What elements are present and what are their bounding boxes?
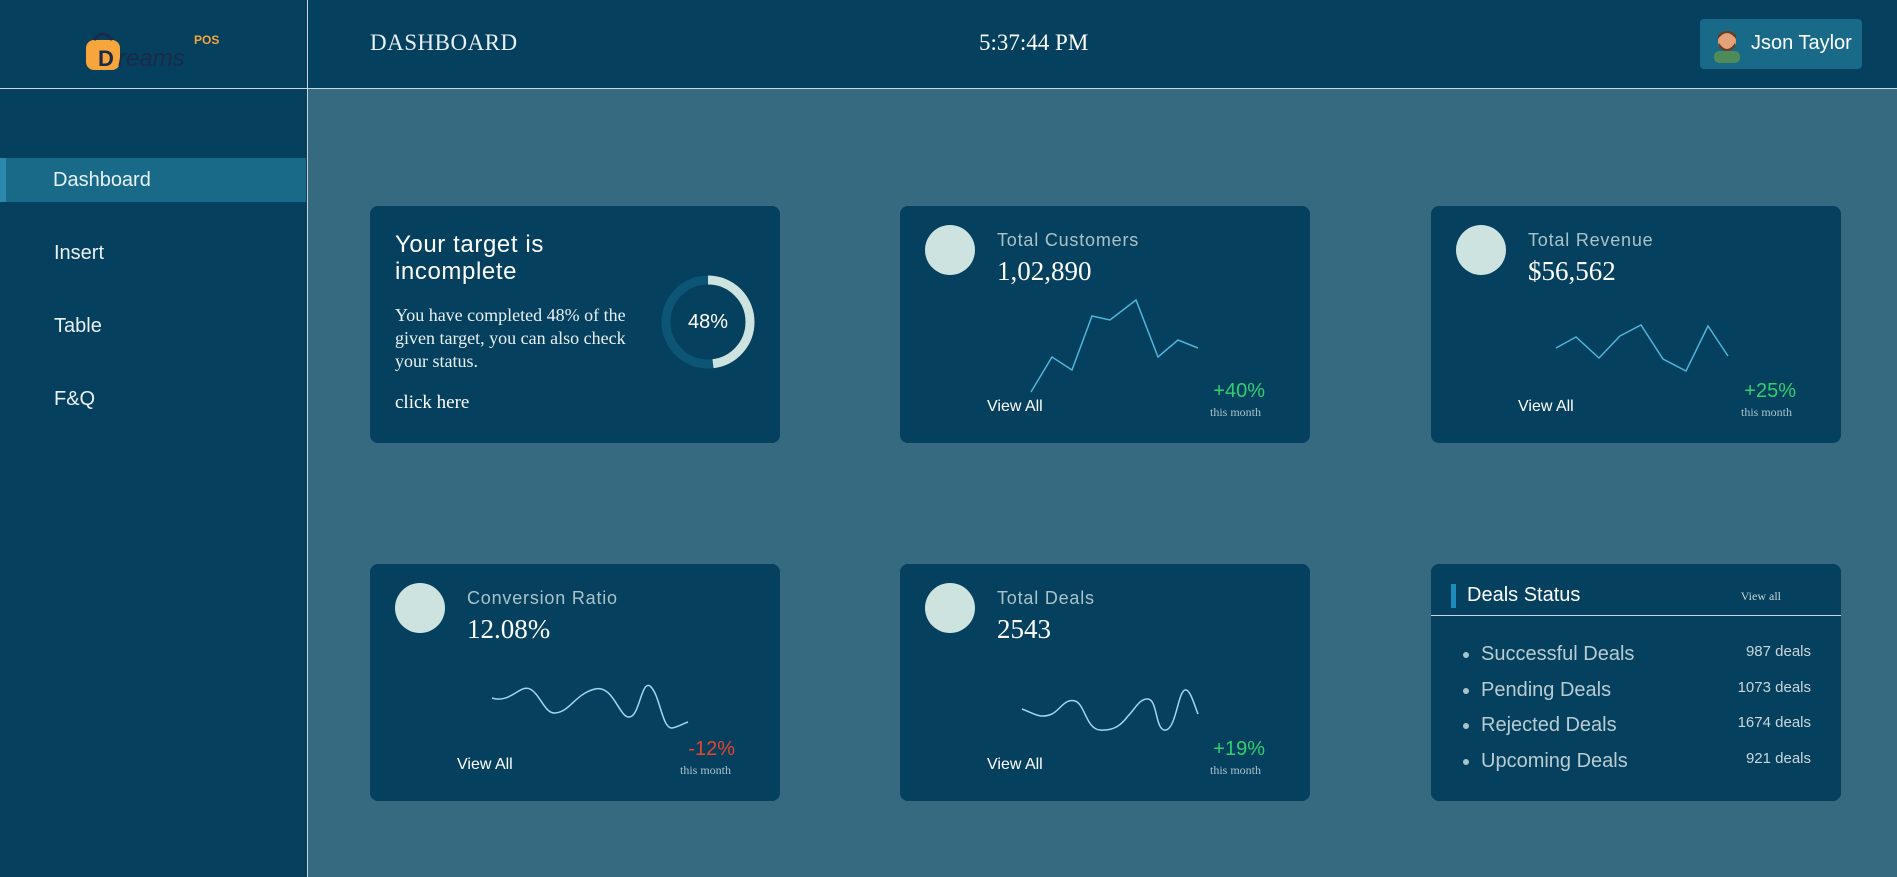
bullet-icon bbox=[1463, 688, 1469, 694]
deals-status-header: Deals Status View all bbox=[1431, 564, 1841, 616]
header-bar: DASHBOARD 5:37:44 PM Json Taylor bbox=[308, 0, 1897, 89]
deal-count: 1674 deals bbox=[1737, 714, 1811, 731]
svg-text:D: D bbox=[98, 46, 114, 71]
logo-area: D reams POS bbox=[0, 0, 307, 89]
deal-name: Rejected Deals bbox=[1481, 714, 1617, 736]
target-progress-label: 48% bbox=[687, 311, 729, 333]
view-all-link[interactable]: View All bbox=[987, 398, 1043, 416]
deal-name: Pending Deals bbox=[1481, 679, 1612, 701]
change-indicator: +19% bbox=[1213, 738, 1265, 760]
deal-name: Successful Deals bbox=[1481, 643, 1635, 665]
deal-count: 987 deals bbox=[1745, 643, 1811, 660]
header-accent-bar bbox=[1451, 584, 1456, 608]
target-title: Your target is incomplete bbox=[395, 231, 544, 285]
click-here-link[interactable]: click here bbox=[395, 392, 469, 414]
deals-status-title: Deals Status bbox=[1467, 584, 1581, 606]
deal-count: 1073 deals bbox=[1737, 679, 1811, 696]
deal-count: 921 deals bbox=[1745, 750, 1811, 767]
user-menu-button[interactable]: Json Taylor bbox=[1700, 19, 1862, 69]
list-item: Successful Deals 987 deals bbox=[1461, 641, 1811, 671]
bullet-icon bbox=[1463, 759, 1469, 765]
change-indicator: +40% bbox=[1213, 380, 1265, 402]
period-label: this month bbox=[1209, 405, 1261, 419]
total-deals-card: Total Deals 2543 View All +19% this mont… bbox=[900, 564, 1310, 801]
sidebar: D reams POS Dashboard Insert Table F&Q bbox=[0, 0, 308, 877]
bullet-icon bbox=[1463, 652, 1469, 658]
deals-status-card: Deals Status View all Successful Deals 9… bbox=[1431, 564, 1841, 801]
list-item: Rejected Deals 1674 deals bbox=[1461, 712, 1811, 742]
view-all-link[interactable]: View All bbox=[457, 756, 513, 774]
avatar bbox=[1714, 31, 1740, 63]
view-all-link[interactable]: View All bbox=[1518, 398, 1574, 416]
deals-view-all-link[interactable]: View all bbox=[1741, 589, 1781, 604]
svg-text:reams: reams bbox=[118, 45, 185, 72]
sidebar-item-dashboard[interactable]: Dashboard bbox=[0, 158, 306, 202]
total-revenue-card: Total Revenue $56,562 View All +25% this… bbox=[1431, 206, 1841, 443]
sidebar-item-insert[interactable]: Insert bbox=[0, 231, 306, 275]
deal-name: Upcoming Deals bbox=[1481, 750, 1628, 772]
sidebar-item-table[interactable]: Table bbox=[0, 304, 306, 348]
target-description: You have completed 48% of the given targ… bbox=[395, 305, 626, 371]
dreams-pos-logo: D reams POS bbox=[86, 32, 219, 72]
period-label: this month bbox=[1209, 763, 1261, 777]
sidebar-item-faq[interactable]: F&Q bbox=[0, 377, 306, 421]
conversion-ratio-card: Conversion Ratio 12.08% View All -12% th… bbox=[370, 564, 780, 801]
svg-text:POS: POS bbox=[194, 33, 219, 47]
user-name: Json Taylor bbox=[1751, 32, 1852, 54]
list-item: Upcoming Deals 921 deals bbox=[1461, 748, 1811, 778]
sidebar-nav: Dashboard Insert Table F&Q bbox=[0, 158, 306, 450]
change-indicator: +25% bbox=[1744, 380, 1796, 402]
clock: 5:37:44 PM bbox=[979, 30, 1089, 55]
page-title: DASHBOARD bbox=[370, 30, 518, 55]
period-label: this month bbox=[1740, 405, 1792, 419]
change-indicator: -12% bbox=[688, 738, 735, 760]
target-card: Your target is incomplete You have compl… bbox=[370, 206, 780, 443]
list-item: Pending Deals 1073 deals bbox=[1461, 677, 1811, 707]
bullet-icon bbox=[1463, 723, 1469, 729]
view-all-link[interactable]: View All bbox=[987, 756, 1043, 774]
period-label: this month bbox=[679, 763, 731, 777]
total-customers-card: Total Customers 1,02,890 View All +40% t… bbox=[900, 206, 1310, 443]
